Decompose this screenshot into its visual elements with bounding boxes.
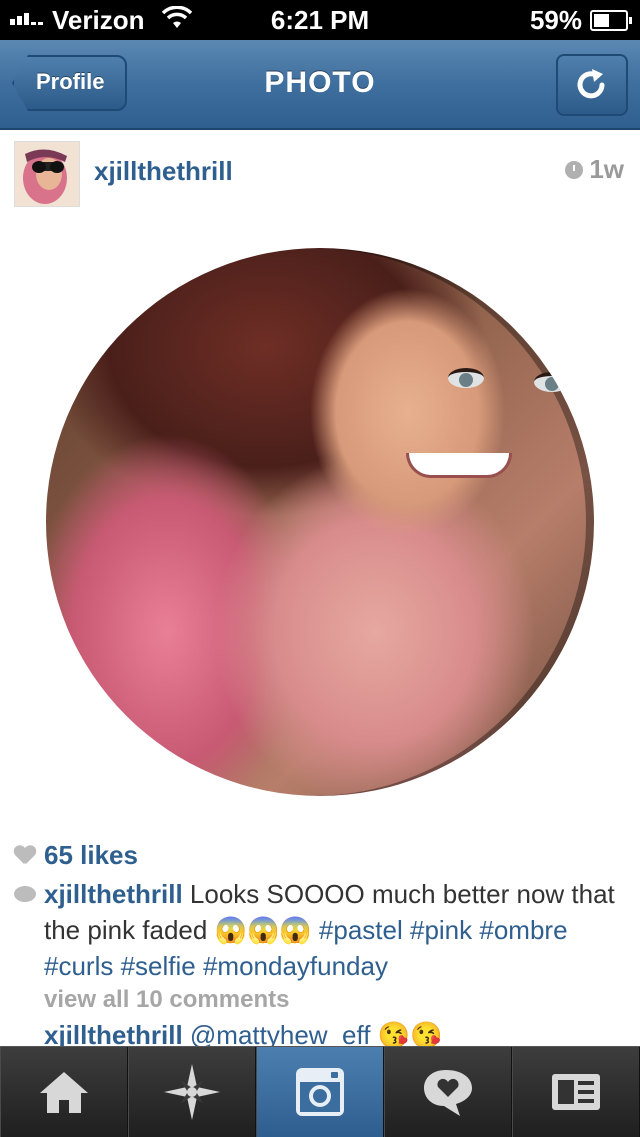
post-username[interactable]: xjillthethrill <box>94 156 233 187</box>
likes-text: 65 likes <box>44 840 138 870</box>
photo-container <box>0 220 640 830</box>
caption: xjillthethrill Looks SOOOO much better n… <box>44 876 624 984</box>
view-all-comments-link[interactable]: view all 10 comments <box>44 986 289 1014</box>
avatar[interactable] <box>14 141 80 207</box>
post-timestamp: 1w <box>565 154 624 185</box>
caption-author[interactable]: xjillthethrill <box>44 879 183 909</box>
tab-camera[interactable] <box>256 1047 384 1137</box>
refresh-button[interactable] <box>556 54 628 116</box>
caption-emoji: 😱😱😱 <box>214 915 312 945</box>
camera-icon <box>295 1068 344 1116</box>
page-title: PHOTO <box>264 66 376 99</box>
likes-count[interactable]: 65 likes <box>14 840 138 871</box>
comment-bubble-icon <box>14 886 36 902</box>
tab-activity[interactable] <box>384 1047 512 1137</box>
post-header: xjillthethrill 1w <box>0 130 640 220</box>
tab-explore[interactable] <box>128 1047 256 1137</box>
tab-bar <box>0 1046 640 1137</box>
tab-profile[interactable] <box>512 1047 640 1137</box>
explore-icon <box>163 1064 220 1120</box>
tab-home[interactable] <box>0 1047 128 1137</box>
navigation-bar: Profile PHOTO <box>0 40 640 130</box>
activity-icon <box>423 1070 472 1116</box>
timestamp-text: 1w <box>589 154 624 184</box>
refresh-icon <box>577 69 605 99</box>
heart-icon <box>14 846 36 866</box>
home-icon <box>39 1072 88 1113</box>
profile-icon <box>551 1074 600 1110</box>
post-photo[interactable] <box>46 248 594 796</box>
battery-icon <box>590 10 632 31</box>
battery-percent: 59% <box>529 5 582 35</box>
clock-icon <box>565 161 584 179</box>
status-bar: Verizon 6:21 PM 59% <box>0 0 640 40</box>
